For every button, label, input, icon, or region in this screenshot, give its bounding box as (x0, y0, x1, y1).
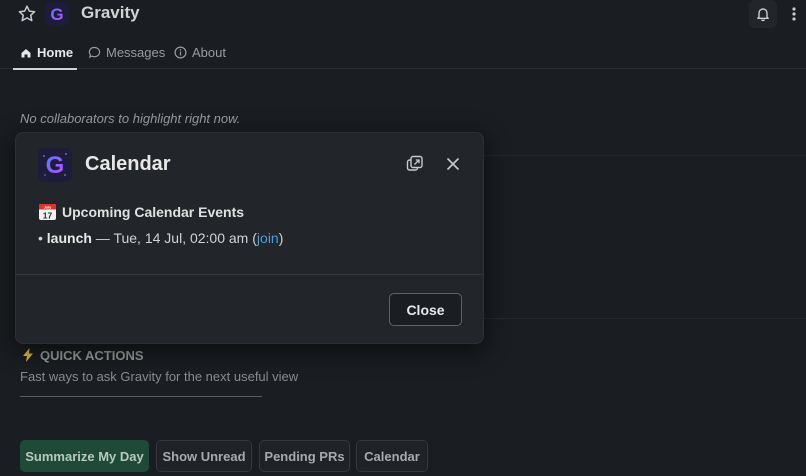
modal-close-x-button[interactable] (442, 153, 464, 175)
divider (484, 155, 806, 156)
modal-app-logo: G (38, 148, 72, 182)
calendar-icon: July 17 (39, 204, 56, 220)
svg-text:July: July (44, 205, 52, 209)
svg-text:17: 17 (43, 210, 53, 220)
tab-home[interactable]: Home (12, 36, 78, 70)
tab-bar: Home Messages About (0, 36, 806, 70)
popout-icon (406, 155, 423, 171)
event-dash: — (91, 230, 114, 246)
close-icon (446, 157, 460, 171)
divider (20, 396, 262, 397)
modal-title: Calendar (85, 153, 171, 175)
modal-footer-divider (16, 274, 483, 275)
quick-actions-heading: QUICK ACTIONS (20, 347, 144, 363)
tab-messages-label: Messages (106, 45, 166, 60)
home-icon (21, 48, 31, 57)
svg-text:G: G (50, 5, 63, 24)
app-logo: G (45, 2, 69, 26)
quick-actions-subtitle: Fast ways to ask Gravity for the next us… (20, 369, 299, 384)
event-paren-open: ( (248, 230, 257, 246)
vertical-dots-icon (792, 7, 796, 21)
notification-bell-button[interactable] (749, 0, 777, 28)
divider (484, 318, 806, 319)
summarize-my-day-button[interactable]: Summarize My Day (20, 440, 149, 472)
upcoming-events-title: Upcoming Calendar Events (62, 203, 245, 220)
calendar-button[interactable]: Calendar (356, 440, 428, 472)
no-collaborators-note: No collaborators to highlight right now. (20, 111, 241, 126)
event-bullet: • (38, 230, 47, 246)
tab-about-label: About (192, 45, 226, 60)
upcoming-events-heading: July 17 Upcoming Calendar Events (38, 202, 244, 221)
star-icon[interactable] (17, 4, 37, 24)
tab-messages[interactable]: Messages (88, 36, 165, 69)
calendar-modal: G Calendar July 17 Upcoming Calendar Eve… (15, 132, 484, 344)
tab-home-label: Home (37, 45, 74, 60)
quick-actions-title: QUICK ACTIONS (40, 347, 144, 363)
bell-icon (757, 8, 769, 22)
app-header: G Gravity (0, 0, 806, 28)
more-options-button[interactable] (786, 2, 802, 26)
open-in-new-window-button[interactable] (404, 153, 426, 175)
app-title: Gravity (81, 3, 140, 22)
close-button[interactable]: Close (389, 293, 462, 326)
event-time: Tue, 14 Jul, 02:00 am (113, 230, 249, 246)
event-list-item: • launch — Tue, 14 Jul, 02:00 am (join) (38, 230, 283, 246)
show-unread-button[interactable]: Show Unread (156, 440, 252, 472)
info-icon (174, 46, 187, 59)
pending-prs-button[interactable]: Pending PRs (259, 440, 350, 472)
lightning-icon (23, 348, 33, 362)
svg-text:G: G (46, 152, 65, 179)
join-link[interactable]: join (257, 230, 279, 246)
event-paren-close: ) (278, 230, 284, 246)
message-bubble-icon (88, 46, 101, 59)
event-name: launch (46, 230, 92, 246)
tab-about[interactable]: About (174, 36, 226, 69)
